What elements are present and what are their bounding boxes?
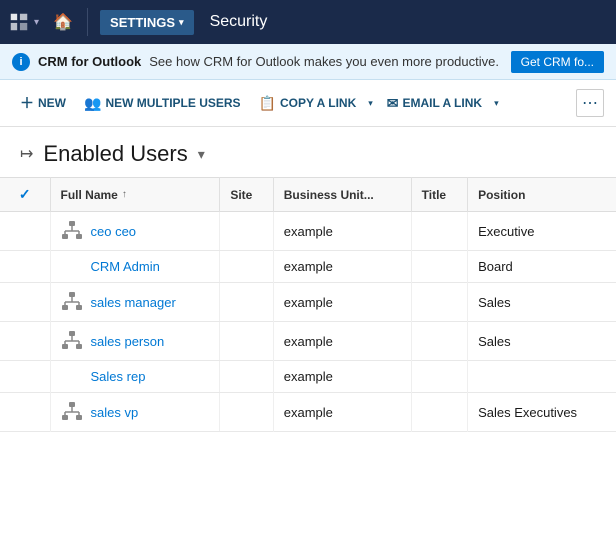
row-site [220,283,273,322]
row-name-text[interactable]: sales person [91,334,165,349]
settings-label: SETTINGS [110,15,175,30]
user-hierarchy-icon [61,401,83,423]
email-link-label: EMAIL A LINK [403,96,483,110]
table-row: sales vp example Sales Executives [0,393,616,432]
row-full-name[interactable]: sales manager [51,283,220,321]
row-title [411,212,467,251]
row-title [411,283,467,322]
row-checkbox[interactable] [0,322,50,361]
row-title [411,361,467,393]
nav-divider [87,8,88,36]
row-title [411,251,467,283]
row-full-name[interactable]: sales person [51,322,220,360]
banner-info-icon: i [12,53,30,71]
page-title-chevron-icon[interactable]: ▾ [198,146,205,163]
row-position: Board [468,251,616,283]
row-business-unit: example [273,393,411,432]
email-icon: ✉ [387,95,399,112]
row-position: Sales [468,283,616,322]
top-nav: ▾ 🏠 SETTINGS ▾ Security [0,0,616,44]
app-logo[interactable] [8,11,30,33]
row-site [220,251,273,283]
table-body: ceo ceo example Executive CRM Admin example B… [0,212,616,432]
email-link-dropdown-arrow[interactable]: ▾ [490,93,503,114]
row-site [220,361,273,393]
row-checkbox[interactable] [0,212,50,251]
section-title: Security [210,13,268,31]
row-full-name[interactable]: ceo ceo [51,212,220,250]
crm-banner: i CRM for Outlook See how CRM for Outloo… [0,44,616,80]
sort-asc-icon: ↑ [122,189,127,200]
col-header-checkbox[interactable]: ✓ [0,178,50,212]
new-label: NEW [38,96,66,110]
col-header-title[interactable]: Title [411,178,467,212]
table-row: CRM Admin example Board [0,251,616,283]
row-name-text[interactable]: ceo ceo [91,224,137,239]
row-name-text[interactable]: sales vp [91,405,139,420]
new-button[interactable]: ＋ NEW [12,88,74,118]
copy-link-button[interactable]: 📋 COPY A LINK [251,90,365,117]
row-site [220,212,273,251]
settings-button[interactable]: SETTINGS ▾ [100,10,194,35]
settings-chevron-icon: ▾ [179,17,184,28]
col-header-position[interactable]: Position [468,178,616,212]
copy-link-group: 📋 COPY A LINK ▾ [251,90,377,117]
col-header-site[interactable]: Site [220,178,273,212]
table-row: sales manager example Sales [0,283,616,322]
row-position [468,361,616,393]
row-checkbox[interactable] [0,283,50,322]
row-business-unit: example [273,251,411,283]
page-header: ↦ Enabled Users ▾ [0,127,616,177]
toolbar: ＋ NEW 👥 NEW MULTIPLE USERS 📋 COPY A LINK… [0,80,616,127]
users-table-container: ✓ Full Name ↑ Site Business Unit... Titl… [0,177,616,432]
row-position: Sales Executives [468,393,616,432]
page-header-pin-icon: ↦ [20,144,33,164]
plus-icon: ＋ [20,93,34,113]
row-business-unit: example [273,361,411,393]
row-business-unit: example [273,283,411,322]
app-logo-chevron[interactable]: ▾ [34,17,39,28]
email-link-button[interactable]: ✉ EMAIL A LINK [379,90,490,117]
users-table: ✓ Full Name ↑ Site Business Unit... Titl… [0,177,616,432]
toolbar-overflow-button[interactable]: ⋯ [576,89,604,117]
row-checkbox[interactable] [0,393,50,432]
banner-app-name: CRM for Outlook [38,54,141,69]
user-hierarchy-icon [61,330,83,352]
col-header-business-unit[interactable]: Business Unit... [273,178,411,212]
copy-icon: 📋 [259,95,276,112]
new-multiple-users-button[interactable]: 👥 NEW MULTIPLE USERS [76,90,249,117]
row-name-text[interactable]: sales manager [91,295,176,310]
page-title: Enabled Users [43,141,187,167]
multiple-users-icon: 👥 [84,95,101,112]
row-business-unit: example [273,212,411,251]
row-position: Executive [468,212,616,251]
banner-message: See how CRM for Outlook makes you even m… [149,54,499,69]
table-header-row: ✓ Full Name ↑ Site Business Unit... Titl… [0,178,616,212]
copy-link-label: COPY A LINK [280,96,356,110]
row-business-unit: example [273,322,411,361]
row-checkbox[interactable] [0,251,50,283]
row-name-text[interactable]: Sales rep [91,369,146,384]
row-site [220,322,273,361]
email-link-group: ✉ EMAIL A LINK ▾ [379,90,503,117]
copy-link-dropdown-arrow[interactable]: ▾ [364,93,377,114]
table-row: sales person example Sales [0,322,616,361]
row-full-name[interactable]: sales vp [51,393,220,431]
row-title [411,393,467,432]
row-title [411,322,467,361]
new-multiple-label: NEW MULTIPLE USERS [105,96,240,110]
table-row: Sales rep example [0,361,616,393]
row-position: Sales [468,322,616,361]
row-full-name[interactable]: CRM Admin [51,251,220,282]
table-row: ceo ceo example Executive [0,212,616,251]
row-name-text[interactable]: CRM Admin [91,259,160,274]
row-full-name[interactable]: Sales rep [51,361,220,392]
row-site [220,393,273,432]
user-hierarchy-icon [61,220,83,242]
banner-cta-button[interactable]: Get CRM fo... [511,51,604,73]
home-button[interactable]: 🏠 [47,6,79,38]
user-hierarchy-icon [61,291,83,313]
col-header-full-name[interactable]: Full Name ↑ [50,178,220,212]
row-checkbox[interactable] [0,361,50,393]
